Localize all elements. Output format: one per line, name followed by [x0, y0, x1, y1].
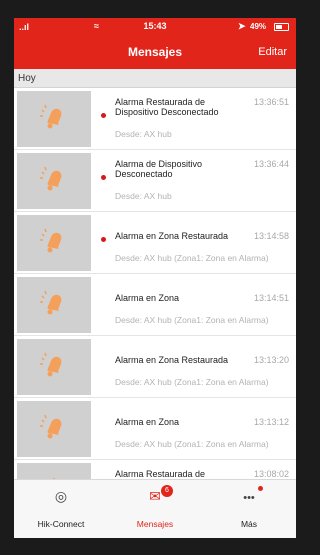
- tab-label: Hik-Connect: [37, 519, 85, 529]
- message-title: Alarma de Dispositivo Desconectado: [115, 159, 203, 179]
- message-row[interactable]: Alarma Restaurada de Dispositivo Descone…: [14, 88, 296, 150]
- message-source: Desde: AX hub (Zona1: Zona en Alarma): [115, 253, 269, 263]
- message-source: Desde: AX hub: [115, 191, 172, 201]
- tab-hik-connect[interactable]: ◎ Hik-Connect: [14, 480, 108, 538]
- page-title: Mensajes: [127, 45, 183, 59]
- status-bar: ..ıl ≈ 15:43 ➤ 49%: [14, 18, 296, 35]
- message-row[interactable]: Alarma en Zona 13:13:12 Desde: AX hub (Zon…: [14, 398, 296, 460]
- hik-connect-icon: ◎: [54, 488, 68, 504]
- alarm-bell-icon: [39, 412, 69, 447]
- alarm-bell-icon: [39, 288, 69, 323]
- message-source: Desde: AX hub (Zona1: Zona en Alarma): [115, 315, 269, 325]
- message-time: 13:13:12: [253, 417, 289, 427]
- battery-percent: 49%: [250, 22, 267, 31]
- alarm-bell-icon: [39, 164, 69, 199]
- more-icon: •••: [243, 492, 255, 504]
- navigation-bar: Mensajes Editar: [14, 35, 296, 69]
- message-row[interactable]: Alarma Restaurada de Dispositivo Descone…: [14, 460, 296, 479]
- message-thumbnail: [17, 277, 91, 333]
- unread-dot: [101, 237, 106, 242]
- message-row[interactable]: Alarma de Dispositivo Desconectado 13:36:…: [14, 150, 296, 212]
- message-thumbnail: [17, 215, 91, 271]
- message-row[interactable]: Alarma en Zona 13:14:51 Desde: AX hub (Zon…: [14, 274, 296, 336]
- unread-dot: [101, 175, 106, 180]
- message-title: Alarma en Zona: [115, 293, 180, 303]
- unread-badge: 6: [161, 485, 173, 497]
- location-icon: ➤: [238, 21, 246, 31]
- tab-mensajes[interactable]: ✉ 6 Mensajes: [108, 480, 202, 538]
- alarm-bell-icon: [39, 350, 69, 385]
- message-title: Alarma en Zona: [115, 417, 180, 427]
- message-thumbnail: [17, 339, 91, 395]
- message-row[interactable]: Alarma en Zona Restaurada 13:13:20 Desde: …: [14, 336, 296, 398]
- message-time: 13:13:20: [253, 355, 289, 365]
- message-source: Desde: AX hub (Zona1: Zona en Alarma): [115, 377, 269, 387]
- section-header-today: Hoy: [14, 69, 296, 88]
- message-thumbnail: [17, 463, 91, 479]
- message-source: Desde: AX hub (Zona1: Zona en Alarma): [115, 439, 269, 449]
- message-time: 13:14:51: [253, 293, 289, 303]
- message-list[interactable]: Alarma Restaurada de Dispositivo Descone…: [14, 88, 296, 479]
- message-title: Alarma en Zona Restaurada: [115, 355, 229, 365]
- tab-label: Más: [240, 519, 258, 529]
- alarm-bell-icon: [39, 226, 69, 261]
- message-time: 13:08:02: [253, 469, 289, 479]
- message-time: 13:36:44: [253, 159, 289, 169]
- message-time: 13:14:58: [253, 231, 289, 241]
- tab-mas[interactable]: ••• Más: [202, 480, 296, 538]
- tab-label: Mensajes: [136, 519, 174, 529]
- message-thumbnail: [17, 153, 91, 209]
- message-time: 13:36:51: [253, 97, 289, 107]
- message-row[interactable]: Alarma en Zona Restaurada 13:14:58 Desde: …: [14, 212, 296, 274]
- message-thumbnail: [17, 91, 91, 147]
- alarm-bell-icon: [39, 102, 69, 137]
- message-title: Alarma en Zona Restaurada: [115, 231, 229, 241]
- edit-button[interactable]: Editar: [258, 46, 287, 58]
- unread-dot: [101, 113, 106, 118]
- phone-screen: ..ıl ≈ 15:43 ➤ 49% Mensajes Editar Hoy A…: [14, 18, 296, 538]
- tab-bar: ◎ Hik-Connect ✉ 6 Mensajes ••• Más: [14, 479, 296, 538]
- battery-icon: [274, 23, 289, 31]
- message-title: Alarma Restaurada de Dispositivo Descone…: [115, 469, 206, 479]
- message-thumbnail: [17, 401, 91, 457]
- section-label: Hoy: [18, 73, 36, 84]
- message-title: Alarma Restaurada de Dispositivo Descone…: [115, 97, 219, 117]
- notification-dot: [258, 486, 263, 491]
- envelope-icon: ✉: [149, 488, 161, 504]
- message-source: Desde: AX hub: [115, 129, 172, 139]
